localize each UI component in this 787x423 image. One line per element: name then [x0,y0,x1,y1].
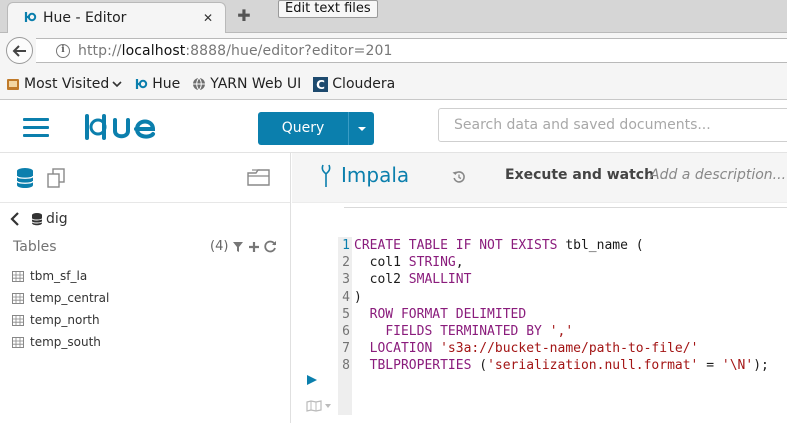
search-input[interactable] [438,108,787,142]
back-arrow-icon [12,44,26,57]
bookmark-most-visited[interactable]: Most Visited [6,76,122,92]
browser-tab[interactable]: Hue - Editor ✕ [7,2,226,33]
gear-icon [7,79,19,90]
code-line: 8 TBLPROPERTIES ('serialization.null.for… [342,358,769,374]
engine-label[interactable]: Impala [341,163,409,187]
code-editor[interactable]: 1 CREATE TABLE IF NOT EXISTS tbl_name ( 2… [338,237,787,415]
code-line: 2 col1 STRING, [342,255,464,271]
impala-icon [320,164,332,192]
folder-icon[interactable] [247,167,271,191]
database-icon[interactable] [15,167,35,193]
table-name: temp_central [30,291,110,305]
back-button[interactable] [6,37,33,64]
table-name: tbm_sf_la [30,269,88,283]
chevron-down-icon [325,404,331,408]
documents-icon[interactable] [46,168,66,192]
bookmark-hue[interactable]: Hue [134,76,180,92]
bookmark-label: YARN Web UI [210,76,302,92]
code-line: 4) [342,289,362,305]
table-icon [12,336,24,348]
editor-panel: Impala Execute and watch Add a descripti… [292,153,787,423]
url-bar[interactable]: i http://localhost:8888/hue/editor?edito… [36,38,787,63]
url-path: :8888/hue/editor?editor=201 [185,42,393,59]
filter-icon[interactable] [232,241,244,253]
tables-count: (4) [210,239,229,254]
hue-logo[interactable] [84,113,182,145]
tables-tools [232,240,277,253]
database-name: dig [46,211,68,227]
table-name: temp_north [30,313,100,327]
code-line: 5 ROW FORMAT DELIMITED [342,306,527,322]
execute-and-watch-button[interactable]: Execute and watch [505,167,654,183]
bookmarks-bar: Most Visited Hue YARN Web UI C Cloudera [0,69,787,100]
table-icon [12,292,24,304]
close-tab-icon[interactable]: ✕ [199,9,217,27]
chevron-left-icon[interactable] [10,212,20,226]
bookmark-label: Hue [152,76,181,92]
hue-icon [136,79,148,89]
history-icon[interactable] [452,169,466,188]
assist-tabs [0,153,290,203]
table-icon [12,270,24,282]
navigation-bar: i http://localhost:8888/hue/editor?edito… [0,33,787,69]
screen: Hue - Editor ✕ ✚ Edit text files i http:… [0,0,787,423]
code-line: 1 CREATE TABLE IF NOT EXISTS tbl_name ( [342,238,644,253]
execute-play-icon[interactable] [306,371,318,390]
hue-header: Query [0,101,787,153]
query-button[interactable]: Query [258,112,374,145]
menu-icon[interactable] [23,118,49,138]
database-small-icon [31,213,43,226]
table-row[interactable]: temp_south [12,331,109,353]
browser-tabstrip: Hue - Editor ✕ ✚ Edit text files [0,0,787,33]
code-line: 3 col2 SMALLINT [342,272,472,288]
refresh-icon[interactable] [264,240,277,253]
code-line: 6 FIELDS TERMINATED BY ',' [342,323,574,339]
tooltip: Edit text files [278,0,378,18]
bookmark-label: Most Visited [24,76,110,92]
tables-label: Tables [13,239,57,255]
chevron-down-icon [112,81,122,88]
bookmark-yarn[interactable]: YARN Web UI [192,76,301,92]
new-tab-icon[interactable]: ✚ [234,6,254,26]
table-row[interactable]: tbm_sf_la [12,265,109,287]
url-text: http://localhost:8888/hue/editor?editor=… [78,43,392,59]
code-line: 7 LOCATION 's3a://bucket-name/path-to-fi… [342,341,699,357]
info-icon[interactable]: i [56,43,70,58]
database-breadcrumb[interactable]: dig [10,211,68,227]
assist-panel: dig Tables (4) tbm_sf_la temp_central te… [0,153,291,423]
hue-favicon-icon [23,9,37,28]
url-host: localhost [121,42,186,59]
table-icon [12,314,24,326]
globe-icon [193,77,206,91]
svg-text:C: C [316,78,325,92]
tab-title: Hue - Editor [43,10,127,26]
table-name: temp_south [30,335,101,349]
bookmark-cloudera[interactable]: C Cloudera [313,76,395,92]
tables-list: tbm_sf_la temp_central temp_north temp_s… [12,265,109,353]
add-icon[interactable] [248,241,260,253]
editor-divider [344,207,787,208]
query-button-label: Query [281,120,325,136]
table-row[interactable]: temp_north [12,309,109,331]
cloudera-icon: C [313,76,329,92]
snippet-settings-icon[interactable] [306,400,332,412]
editor-header: Impala Execute and watch Add a descripti… [292,153,787,203]
tables-header: Tables (4) [13,239,283,259]
bookmark-label: Cloudera [332,76,396,92]
description-input[interactable]: Add a description... [650,167,786,183]
table-row[interactable]: temp_central [12,287,109,309]
query-dropdown-icon[interactable] [348,112,374,145]
url-prefix: http:// [78,42,122,59]
